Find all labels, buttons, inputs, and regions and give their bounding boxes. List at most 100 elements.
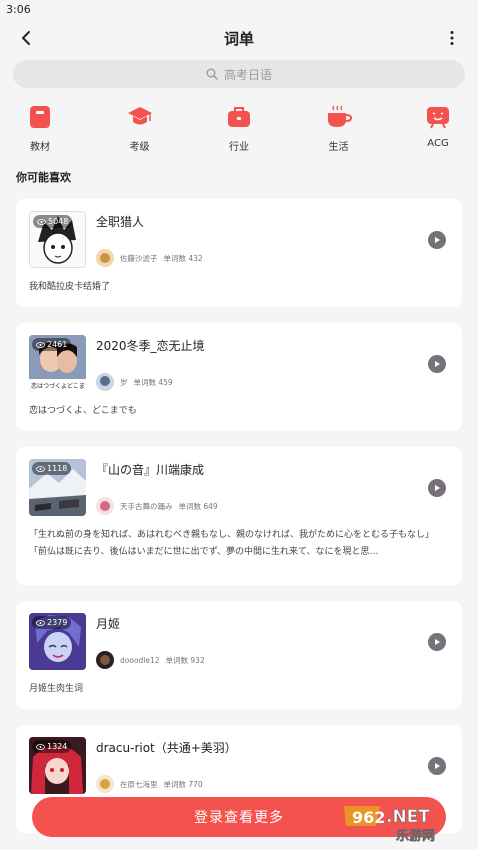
play-button[interactable] — [428, 479, 446, 497]
card-cover-image: 1118 — [29, 459, 86, 516]
author-avatar — [96, 497, 114, 515]
back-arrow-icon — [22, 31, 30, 45]
status-bar: 3:06 — [0, 0, 478, 20]
views-badge: 1324 — [32, 740, 72, 753]
word-count: 单词数 932 — [165, 655, 205, 665]
author-name: dooodle12 — [120, 655, 160, 665]
category-industry[interactable]: 行业 — [207, 104, 271, 153]
card-title: dracu-riot（共通+美羽） — [96, 741, 237, 755]
category-label: 行业 — [229, 142, 249, 153]
views-badge: 2461 — [32, 338, 72, 351]
card-cover-image: 5048 — [29, 211, 86, 268]
author-row: 佐藤沙滤子 单词数 432 — [96, 249, 203, 267]
card-cover-image: 2461 恋はつづくよどこまで — [29, 335, 86, 392]
wordlist-card[interactable]: 1118 『山の音』川端康成 天手古舞の踊み 单词数 649 「生れぬ前の身を知… — [16, 447, 462, 585]
play-icon — [435, 237, 440, 243]
card-title: 月姬 — [96, 617, 121, 631]
tv-icon — [425, 104, 451, 130]
search-placeholder: 高考日语 — [223, 67, 272, 82]
coffee-cup-icon — [326, 104, 352, 130]
eye-icon — [36, 465, 45, 472]
status-time: 3:06 — [6, 3, 31, 16]
category-label: 生活 — [328, 142, 349, 153]
card-cover-image: 1324 — [29, 737, 86, 794]
graduation-cap-icon — [127, 104, 153, 130]
description-line: 月姬生肉生词 — [29, 684, 84, 694]
cover-caption: 恋はつづくよどこまで — [31, 383, 86, 390]
card-cover-image: 2379 — [29, 613, 86, 670]
category-row: 教材 考级 行业 生活 ACG — [0, 88, 478, 153]
author-name: 佐藤沙滤子 — [120, 253, 158, 263]
word-count: 单词数 649 — [178, 501, 218, 511]
category-acg[interactable]: ACG — [406, 104, 470, 153]
category-label: 考级 — [129, 142, 150, 153]
word-count: 单词数 432 — [163, 253, 203, 263]
author-name: 岁 — [120, 377, 128, 387]
play-button[interactable] — [428, 355, 446, 373]
description-line: 「生れぬ前の身を知れば、あはれむべき親もなし、親のなければ、我がために心をとむる… — [29, 530, 435, 540]
nav-bar: 词单 — [0, 20, 478, 56]
author-row: dooodle12 单词数 932 — [96, 651, 205, 669]
card-description: 我和酷拉皮卡结婚了 — [29, 279, 448, 296]
search-input[interactable]: 高考日语 — [13, 60, 465, 88]
author-row: 天手古舞の踊み 单词数 649 — [96, 497, 218, 515]
more-options-button[interactable] — [440, 26, 464, 50]
author-name: 天手古舞の踊み — [120, 501, 173, 511]
svg-text:962: 962 — [352, 808, 385, 827]
eye-icon — [36, 743, 45, 750]
back-button[interactable] — [14, 26, 38, 50]
description-line: 「前仏は既に去り、後仏はいまだに世に出でず、夢の中間に生れ来て、なにを現と思… — [29, 547, 379, 557]
author-name: 在原七海里 — [120, 779, 158, 789]
search-icon — [206, 68, 218, 80]
section-title: 你可能喜欢 — [16, 171, 71, 184]
book-icon — [27, 104, 53, 130]
views-count: 2461 — [47, 340, 68, 349]
views-count: 1324 — [47, 742, 68, 751]
author-avatar — [96, 249, 114, 267]
category-label: 教材 — [30, 142, 50, 153]
author-avatar — [96, 775, 114, 793]
wordlist-card[interactable]: 5048 全职猎人 佐藤沙滤子 单词数 432 我和酷拉皮卡结婚了 — [16, 199, 462, 307]
wordlist-card[interactable]: 2379 月姬 dooodle12 单词数 932 月姬生肉生词 — [16, 601, 462, 709]
card-description: 恋はつづくよ、どこまでも — [29, 403, 448, 420]
play-icon — [435, 639, 440, 645]
views-badge: 5048 — [33, 215, 73, 228]
category-exam[interactable]: 考级 — [108, 104, 172, 153]
wordlist-card[interactable]: 2461 恋はつづくよどこまで 2020冬季_恋无止境 岁 单词数 459 恋は… — [16, 323, 462, 431]
category-label: ACG — [427, 138, 449, 149]
site-watermark-logo: 962 .NET 乐游网 — [340, 798, 475, 846]
views-badge: 1118 — [32, 462, 72, 475]
card-title: 2020冬季_恋无止境 — [96, 339, 205, 353]
author-row: 在原七海里 单词数 770 — [96, 775, 203, 793]
category-textbook[interactable]: 教材 — [8, 104, 72, 153]
author-avatar — [96, 373, 114, 391]
word-count: 单词数 770 — [163, 779, 203, 789]
word-count: 单词数 459 — [133, 377, 173, 387]
play-button[interactable] — [428, 633, 446, 651]
search-wrap: 高考日语 — [0, 56, 478, 88]
play-icon — [435, 763, 440, 769]
card-title: 『山の音』川端康成 — [96, 463, 205, 477]
description-line: 我和酷拉皮卡结婚了 — [29, 282, 111, 292]
description-line: 恋はつづくよ、どこまでも — [29, 406, 137, 416]
author-avatar — [96, 651, 114, 669]
card-description: 「生れぬ前の身を知れば、あはれむべき親もなし、親のなければ、我がために心をとむる… — [29, 527, 448, 561]
play-icon — [435, 361, 440, 367]
views-count: 2379 — [47, 618, 68, 627]
svg-text:乐游网: 乐游网 — [396, 828, 435, 844]
card-description: 月姬生肉生词 — [29, 681, 448, 698]
views-count: 1118 — [47, 464, 68, 473]
eye-icon — [36, 341, 45, 348]
eye-icon — [37, 218, 46, 225]
views-count: 5048 — [48, 217, 69, 226]
more-vertical-icon — [450, 31, 454, 45]
page-title: 词单 — [223, 29, 254, 48]
play-button[interactable] — [428, 757, 446, 775]
play-button[interactable] — [428, 231, 446, 249]
card-title: 全职猎人 — [96, 215, 145, 229]
play-icon — [435, 485, 440, 491]
category-life[interactable]: 生活 — [307, 104, 371, 153]
views-badge: 2379 — [32, 616, 72, 629]
eye-icon — [36, 619, 45, 626]
svg-text:.NET: .NET — [386, 807, 430, 827]
